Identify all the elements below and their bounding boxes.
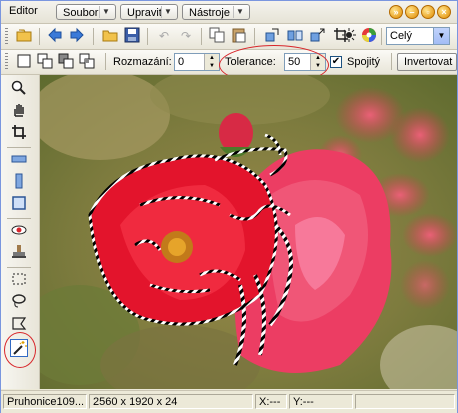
toolbar-grip[interactable] [5, 53, 8, 70]
new-selection-icon[interactable] [15, 53, 33, 71]
divider [147, 28, 148, 45]
back-icon[interactable] [46, 27, 64, 45]
copy-icon[interactable] [208, 27, 226, 45]
divider [201, 28, 202, 45]
rect-select-icon[interactable] [10, 271, 28, 289]
tolerance-spinner[interactable]: 50 ▲ ▼ [284, 53, 326, 71]
close-icon[interactable]: × [437, 5, 451, 19]
divider [7, 267, 31, 268]
zoom-icon[interactable] [10, 80, 28, 98]
blur-label: Rozmazání: [113, 56, 172, 68]
menu-upravit[interactable]: Upravit ▼ [120, 4, 178, 20]
open-icon[interactable] [15, 27, 33, 45]
color-wheel-icon[interactable] [360, 27, 378, 45]
effect-icon[interactable] [340, 27, 358, 45]
toolbar-grip[interactable] [5, 28, 8, 45]
app-title: Editor [9, 5, 38, 17]
chevron-down-icon[interactable]: ▼ [433, 28, 449, 44]
divider [93, 28, 94, 45]
add-selection-icon[interactable] [36, 53, 54, 71]
status-filename: Pruhonice109... [3, 394, 87, 409]
resize-icon[interactable] [309, 27, 327, 45]
spin-up-icon[interactable]: ▲ [311, 54, 325, 62]
tool-palette [1, 75, 40, 389]
chevron-down-icon: ▼ [161, 6, 174, 18]
divider [391, 53, 392, 70]
menu-nastroje[interactable]: Nástroje ▼ [182, 4, 250, 20]
title-bar: Editor Soubor ▼ Upravit ▼ Nástroje ▼ » –… [1, 1, 457, 24]
menu-soubor[interactable]: Soubor ▼ [56, 4, 116, 20]
help-icon[interactable]: » [389, 5, 403, 19]
spinner-buttons[interactable]: ▲ ▼ [204, 54, 219, 70]
stamp-icon[interactable] [10, 244, 28, 262]
restore-icon[interactable]: ▫ [421, 5, 435, 19]
rotate-icon[interactable] [263, 27, 281, 45]
save-icon[interactable] [123, 27, 141, 45]
frame-icon[interactable] [10, 195, 28, 213]
editor-window: Editor Soubor ▼ Upravit ▼ Nástroje ▼ » –… [0, 0, 458, 413]
status-y: Y:--- [289, 394, 353, 409]
zoom-select[interactable]: Celý ▼ [386, 27, 450, 45]
lasso-icon[interactable] [10, 293, 28, 311]
divider [39, 28, 40, 45]
invert-button[interactable]: Invertovat [397, 53, 457, 71]
divider [7, 218, 31, 219]
blur-spinner[interactable]: 0 ▲ ▼ [174, 53, 220, 71]
status-dimensions: 2560 x 1920 x 24 [89, 394, 253, 409]
chevron-down-icon: ▼ [99, 6, 112, 18]
selection-toolbar: Rozmazání: 0 ▲ ▼ Tolerance: 50 ▲ ▼ ✔ Spoji… [1, 50, 457, 75]
contiguous-checkbox[interactable]: ✔ [330, 56, 342, 68]
polygon-lasso-icon[interactable] [10, 315, 28, 333]
menu-soubor-label: Soubor [63, 7, 99, 19]
paste-icon[interactable] [230, 27, 248, 45]
forward-icon[interactable] [68, 27, 86, 45]
status-bar: Pruhonice109... 2560 x 1920 x 24 X:--- Y… [1, 390, 457, 413]
undo-icon[interactable]: ↶ [155, 27, 173, 45]
rose-photo [40, 75, 457, 389]
intersect-selection-icon[interactable] [78, 53, 96, 71]
blur-value: 0 [178, 56, 185, 68]
minimize-icon[interactable]: – [405, 5, 419, 19]
redo-icon[interactable]: ↷ [177, 27, 195, 45]
resize-tool-icon[interactable] [10, 173, 28, 191]
spinner-buttons[interactable]: ▲ ▼ [310, 54, 325, 70]
tolerance-label: Tolerance: [225, 56, 276, 68]
divider [7, 147, 31, 148]
flip-icon[interactable] [286, 27, 304, 45]
tolerance-value: 50 [288, 56, 301, 68]
divider [105, 53, 106, 70]
chevron-down-icon: ▼ [233, 6, 246, 18]
image-canvas[interactable] [40, 75, 457, 389]
magic-wand-icon[interactable] [10, 339, 28, 357]
spin-down-icon[interactable]: ▼ [205, 62, 219, 70]
status-x: X:--- [255, 394, 287, 409]
status-empty [355, 394, 455, 409]
hand-icon[interactable] [10, 102, 28, 120]
red-eye-icon[interactable] [10, 222, 28, 240]
subtract-selection-icon[interactable] [57, 53, 75, 71]
folder-icon[interactable] [101, 27, 119, 45]
spin-down-icon[interactable]: ▼ [311, 62, 325, 70]
spin-up-icon[interactable]: ▲ [205, 54, 219, 62]
main-toolbar: ↶ ↷ Celý ▼ [1, 24, 457, 50]
straighten-icon[interactable] [10, 151, 28, 169]
crop-tool-icon[interactable] [10, 124, 28, 142]
divider [381, 28, 382, 45]
menu-nastroje-label: Nástroje [189, 7, 230, 19]
menu-upravit-label: Upravit [127, 7, 162, 19]
divider [254, 28, 255, 45]
zoom-select-value: Celý [390, 30, 413, 42]
contiguous-label: Spojitý [347, 56, 381, 68]
